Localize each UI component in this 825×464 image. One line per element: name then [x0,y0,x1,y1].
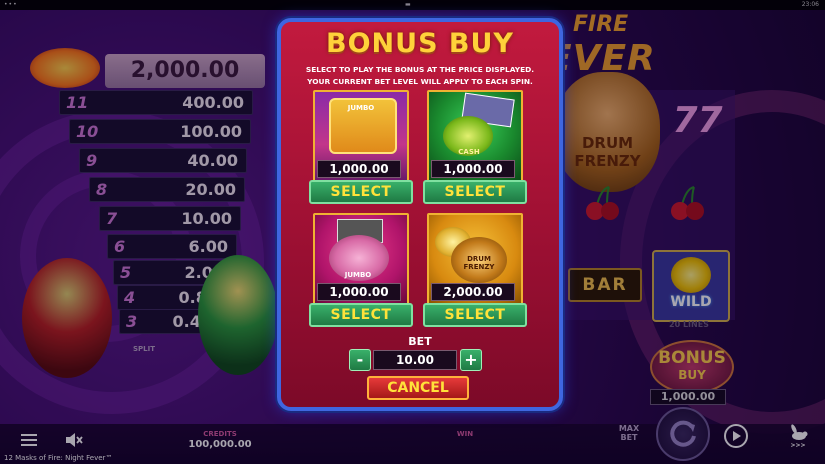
cash-label: CASH [458,148,480,156]
bonus-buy-dialog: BONUS BUY SELECT TO PLAY THE BONUS AT TH… [277,18,563,411]
bonus-card-3: JUMBO 1,000.00 SELECT [309,213,413,331]
bet-increase-button[interactable]: + [460,349,482,371]
bonus-card-1: JUMBO 1,000.00 SELECT [309,90,413,208]
bet-label: BET [408,335,432,348]
bet-decrease-button[interactable]: - [349,349,371,371]
bonus-price: 1,000.00 [317,160,401,178]
description-line1: SELECT TO PLAY THE BONUS AT THE PRICE DI… [305,65,535,74]
bonus-card-2: CASH 1,000.00 SELECT [423,90,527,208]
jumbo-label: JUMBO [344,271,372,279]
select-button-1[interactable]: SELECT [309,180,413,204]
description-line2: YOUR CURRENT BET LEVEL WILL APPLY TO EAC… [307,77,533,86]
dialog-description: SELECT TO PLAY THE BONUS AT THE PRICE DI… [287,64,553,88]
jumbo-label: JUMBO [347,104,375,112]
bet-value: 10.00 [373,350,457,370]
bonus-price: 1,000.00 [317,283,401,301]
select-button-2[interactable]: SELECT [423,180,527,204]
cancel-button[interactable]: CANCEL [367,376,469,400]
select-button-4[interactable]: SELECT [423,303,527,327]
bonus-price: 1,000.00 [431,160,515,178]
dialog-title: BONUS BUY [326,28,514,59]
drum-frenzy-label: DRUM FRENZY [463,255,495,271]
bonus-price: 2,000.00 [431,283,515,301]
bonus-card-4: DRUM FRENZY 2,000.00 SELECT [423,213,527,331]
game-stage: ••• ▬ 23:06 2,000.00 11 400.00 10 100.00… [0,0,825,464]
select-button-3[interactable]: SELECT [309,303,413,327]
